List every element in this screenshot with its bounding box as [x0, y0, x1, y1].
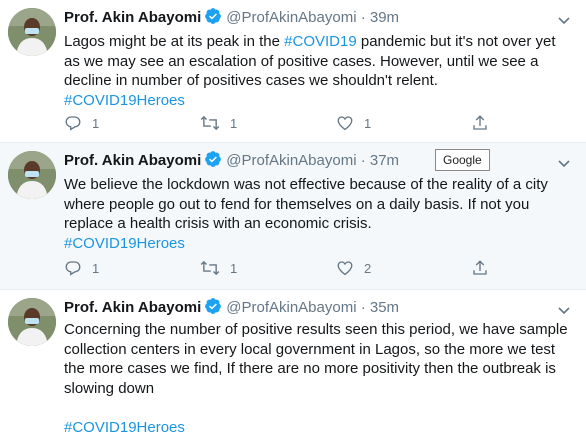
author-name[interactable]: Prof. Akin Abayomi: [64, 9, 201, 26]
retweet-icon: [200, 114, 220, 132]
retweet-count: 1: [230, 115, 238, 131]
tweet-text: Concerning the number of positive result…: [64, 320, 568, 437]
timeline: Prof. Akin Abayomi @ProfAkinAbayomi · 39m…: [0, 0, 586, 441]
retweet-button[interactable]: 1: [200, 114, 237, 132]
author-name[interactable]: Prof. Akin Abayomi: [64, 299, 201, 316]
retweet-count: 1: [230, 260, 238, 276]
retweet-icon: [200, 259, 220, 277]
chevron-down-icon[interactable]: [558, 302, 570, 315]
share-button[interactable]: [471, 114, 489, 132]
like-button[interactable]: 1: [336, 114, 371, 132]
chevron-down-icon[interactable]: [558, 155, 570, 168]
like-button[interactable]: 2: [336, 259, 371, 277]
share-button[interactable]: [471, 259, 489, 277]
timestamp[interactable]: 37m: [370, 152, 399, 169]
reply-count: 1: [92, 115, 100, 131]
tweet-2[interactable]: Prof. Akin Abayomi @ProfAkinAbayomi · 37m…: [0, 143, 586, 289]
chevron-down-icon[interactable]: [558, 12, 570, 25]
author-handle[interactable]: @ProfAkinAbayomi: [226, 9, 356, 26]
reply-count: 1: [92, 260, 100, 276]
verified-badge-icon: [204, 297, 222, 321]
retweet-button[interactable]: 1: [200, 259, 237, 277]
author-handle[interactable]: @ProfAkinAbayomi: [226, 299, 356, 316]
separator-dot: ·: [360, 299, 366, 316]
tweet-body: Concerning the number of positive result…: [64, 321, 568, 397]
avatar[interactable]: [8, 151, 56, 199]
share-icon: [471, 114, 489, 132]
avatar[interactable]: [8, 8, 56, 56]
author-handle[interactable]: @ProfAkinAbayomi: [226, 152, 356, 169]
tweet-text: We believe the lockdown was not effectiv…: [64, 175, 568, 253]
hashtag-link[interactable]: #COVID19Heroes: [64, 419, 185, 436]
reply-icon: [64, 259, 82, 277]
hashtag-link[interactable]: #COVID19Heroes: [64, 235, 185, 252]
google-tooltip-badge: Google: [435, 149, 490, 171]
separator-dot: ·: [360, 152, 366, 169]
like-icon: [336, 259, 354, 277]
tweet-actions: 1 1 1: [64, 114, 504, 132]
verified-badge-icon: [204, 7, 222, 31]
separator-dot: ·: [360, 9, 366, 26]
like-count: 2: [364, 260, 372, 276]
verified-badge-icon: [204, 150, 222, 174]
reply-button[interactable]: 1: [64, 114, 99, 132]
tweet-actions: 1 1 2: [64, 259, 504, 277]
timestamp[interactable]: 39m: [370, 9, 399, 26]
tweet-text: Lagos might be at its peak in the #COVID…: [64, 32, 568, 110]
avatar[interactable]: [8, 298, 56, 346]
like-icon: [336, 114, 354, 132]
tweet-body: We believe the lockdown was not effectiv…: [64, 176, 548, 232]
tweet-1[interactable]: Prof. Akin Abayomi @ProfAkinAbayomi · 39m…: [0, 0, 586, 142]
hashtag-link[interactable]: #COVID19: [284, 33, 357, 50]
share-icon: [471, 259, 489, 277]
tweet-header: Prof. Akin Abayomi @ProfAkinAbayomi · 35m: [64, 297, 556, 317]
tweet-3[interactable]: Prof. Akin Abayomi @ProfAkinAbayomi · 35m…: [0, 290, 586, 441]
reply-icon: [64, 114, 82, 132]
tweet-header: Prof. Akin Abayomi @ProfAkinAbayomi · 39m: [64, 7, 556, 27]
hashtag-link[interactable]: #COVID19Heroes: [64, 92, 185, 109]
tweet-text-start: Lagos might be at its peak in the: [64, 33, 285, 50]
author-name[interactable]: Prof. Akin Abayomi: [64, 152, 201, 169]
like-count: 1: [364, 115, 372, 131]
timestamp[interactable]: 35m: [370, 299, 399, 316]
reply-button[interactable]: 1: [64, 259, 99, 277]
